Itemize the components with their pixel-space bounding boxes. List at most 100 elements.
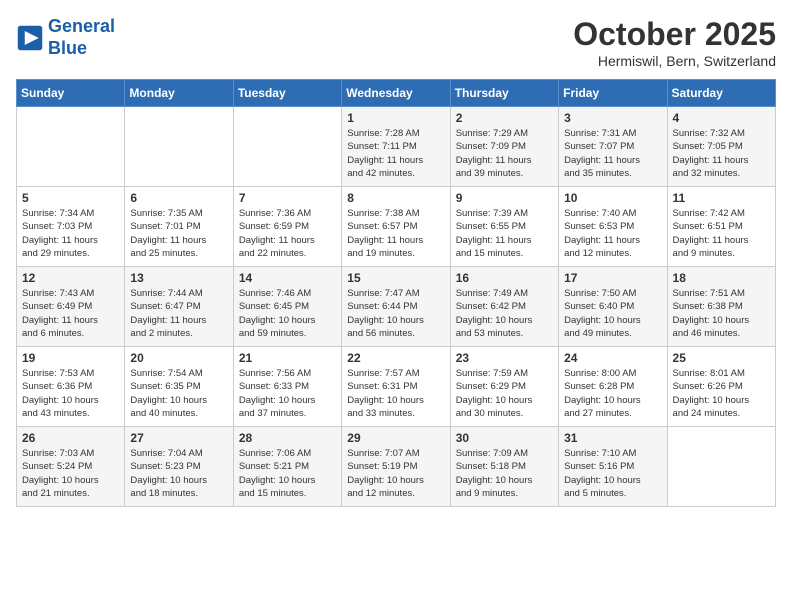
col-wednesday: Wednesday bbox=[342, 80, 450, 107]
title-block: October 2025 Hermiswil, Bern, Switzerlan… bbox=[573, 16, 776, 69]
day-cell: 26 Sunrise: 7:03 AMSunset: 5:24 PMDayligh… bbox=[17, 427, 125, 507]
month-title: October 2025 bbox=[573, 16, 776, 53]
day-info: Sunrise: 7:53 AMSunset: 6:36 PMDaylight:… bbox=[22, 367, 119, 420]
day-number: 16 bbox=[456, 271, 553, 285]
day-cell: 8 Sunrise: 7:38 AMSunset: 6:57 PMDaylight… bbox=[342, 187, 450, 267]
day-number: 20 bbox=[130, 351, 227, 365]
day-number: 12 bbox=[22, 271, 119, 285]
day-info: Sunrise: 8:01 AMSunset: 6:26 PMDaylight:… bbox=[673, 367, 770, 420]
day-cell: 27 Sunrise: 7:04 AMSunset: 5:23 PMDayligh… bbox=[125, 427, 233, 507]
day-info: Sunrise: 7:10 AMSunset: 5:16 PMDaylight:… bbox=[564, 447, 661, 500]
day-cell: 3 Sunrise: 7:31 AMSunset: 7:07 PMDaylight… bbox=[559, 107, 667, 187]
day-cell: 21Sunrise: 7:56 AMSunset: 6:33 PMDayligh… bbox=[233, 347, 341, 427]
day-number: 30 bbox=[456, 431, 553, 445]
day-cell: 9Sunrise: 7:39 AMSunset: 6:55 PMDaylight… bbox=[450, 187, 558, 267]
day-cell bbox=[17, 107, 125, 187]
week-row-4: 19 Sunrise: 7:53 AMSunset: 6:36 PMDayligh… bbox=[17, 347, 776, 427]
day-cell bbox=[125, 107, 233, 187]
logo-icon bbox=[16, 24, 44, 52]
calendar-header: Sunday Monday Tuesday Wednesday Thursday… bbox=[17, 80, 776, 107]
day-cell: 19 Sunrise: 7:53 AMSunset: 6:36 PMDayligh… bbox=[17, 347, 125, 427]
day-info: Sunrise: 7:56 AMSunset: 6:33 PMDaylight:… bbox=[239, 367, 336, 420]
day-info: Sunrise: 7:28 AMSunset: 7:11 PMDaylight:… bbox=[347, 127, 444, 180]
day-number: 15 bbox=[347, 271, 444, 285]
day-info: Sunrise: 7:32 AMSunset: 7:05 PMDaylight:… bbox=[673, 127, 770, 180]
day-number: 18 bbox=[673, 271, 770, 285]
day-number: 19 bbox=[22, 351, 119, 365]
day-number: 13 bbox=[130, 271, 227, 285]
day-cell: 25 Sunrise: 8:01 AMSunset: 6:26 PMDayligh… bbox=[667, 347, 775, 427]
day-cell: 7Sunrise: 7:36 AMSunset: 6:59 PMDaylight… bbox=[233, 187, 341, 267]
day-cell bbox=[233, 107, 341, 187]
location: Hermiswil, Bern, Switzerland bbox=[573, 53, 776, 69]
day-info: Sunrise: 7:06 AMSunset: 5:21 PMDaylight:… bbox=[239, 447, 336, 500]
day-number: 8 bbox=[347, 191, 444, 205]
day-number: 28 bbox=[239, 431, 336, 445]
day-cell: 18 Sunrise: 7:51 AMSunset: 6:38 PMDayligh… bbox=[667, 267, 775, 347]
day-info: Sunrise: 7:07 AMSunset: 5:19 PMDaylight:… bbox=[347, 447, 444, 500]
day-cell: 31Sunrise: 7:10 AMSunset: 5:16 PMDayligh… bbox=[559, 427, 667, 507]
day-info: Sunrise: 7:44 AMSunset: 6:47 PMDaylight:… bbox=[130, 287, 227, 340]
day-info: Sunrise: 7:03 AMSunset: 5:24 PMDaylight:… bbox=[22, 447, 119, 500]
day-number: 4 bbox=[673, 111, 770, 125]
day-number: 25 bbox=[673, 351, 770, 365]
day-info: Sunrise: 7:50 AMSunset: 6:40 PMDaylight:… bbox=[564, 287, 661, 340]
day-cell: 6 Sunrise: 7:35 AMSunset: 7:01 PMDaylight… bbox=[125, 187, 233, 267]
day-number: 26 bbox=[22, 431, 119, 445]
day-info: Sunrise: 8:00 AMSunset: 6:28 PMDaylight:… bbox=[564, 367, 661, 420]
day-number: 7 bbox=[239, 191, 336, 205]
day-info: Sunrise: 7:29 AMSunset: 7:09 PMDaylight:… bbox=[456, 127, 553, 180]
day-cell: 29 Sunrise: 7:07 AMSunset: 5:19 PMDayligh… bbox=[342, 427, 450, 507]
day-number: 24 bbox=[564, 351, 661, 365]
day-number: 10 bbox=[564, 191, 661, 205]
col-saturday: Saturday bbox=[667, 80, 775, 107]
day-cell: 10 Sunrise: 7:40 AMSunset: 6:53 PMDayligh… bbox=[559, 187, 667, 267]
week-row-3: 12 Sunrise: 7:43 AMSunset: 6:49 PMDayligh… bbox=[17, 267, 776, 347]
day-info: Sunrise: 7:31 AMSunset: 7:07 PMDaylight:… bbox=[564, 127, 661, 180]
day-cell: 17 Sunrise: 7:50 AMSunset: 6:40 PMDayligh… bbox=[559, 267, 667, 347]
day-info: Sunrise: 7:39 AMSunset: 6:55 PMDaylight:… bbox=[456, 207, 553, 260]
day-number: 3 bbox=[564, 111, 661, 125]
day-info: Sunrise: 7:57 AMSunset: 6:31 PMDaylight:… bbox=[347, 367, 444, 420]
day-info: Sunrise: 7:47 AMSunset: 6:44 PMDaylight:… bbox=[347, 287, 444, 340]
day-number: 11 bbox=[673, 191, 770, 205]
header-row: Sunday Monday Tuesday Wednesday Thursday… bbox=[17, 80, 776, 107]
day-cell: 11 Sunrise: 7:42 AMSunset: 6:51 PMDayligh… bbox=[667, 187, 775, 267]
day-number: 29 bbox=[347, 431, 444, 445]
day-cell: 23 Sunrise: 7:59 AMSunset: 6:29 PMDayligh… bbox=[450, 347, 558, 427]
day-info: Sunrise: 7:38 AMSunset: 6:57 PMDaylight:… bbox=[347, 207, 444, 260]
col-monday: Monday bbox=[125, 80, 233, 107]
day-number: 23 bbox=[456, 351, 553, 365]
day-info: Sunrise: 7:40 AMSunset: 6:53 PMDaylight:… bbox=[564, 207, 661, 260]
day-number: 2 bbox=[456, 111, 553, 125]
day-info: Sunrise: 7:51 AMSunset: 6:38 PMDaylight:… bbox=[673, 287, 770, 340]
col-friday: Friday bbox=[559, 80, 667, 107]
col-sunday: Sunday bbox=[17, 80, 125, 107]
day-cell: 4 Sunrise: 7:32 AMSunset: 7:05 PMDaylight… bbox=[667, 107, 775, 187]
day-number: 6 bbox=[130, 191, 227, 205]
day-number: 27 bbox=[130, 431, 227, 445]
day-cell: 16Sunrise: 7:49 AMSunset: 6:42 PMDayligh… bbox=[450, 267, 558, 347]
day-info: Sunrise: 7:43 AMSunset: 6:49 PMDaylight:… bbox=[22, 287, 119, 340]
day-cell bbox=[667, 427, 775, 507]
day-number: 17 bbox=[564, 271, 661, 285]
col-tuesday: Tuesday bbox=[233, 80, 341, 107]
week-row-1: 1Sunrise: 7:28 AMSunset: 7:11 PMDaylight… bbox=[17, 107, 776, 187]
logo-text: General Blue bbox=[48, 16, 115, 59]
day-cell: 14Sunrise: 7:46 AMSunset: 6:45 PMDayligh… bbox=[233, 267, 341, 347]
calendar-table: Sunday Monday Tuesday Wednesday Thursday… bbox=[16, 79, 776, 507]
day-cell: 22Sunrise: 7:57 AMSunset: 6:31 PMDayligh… bbox=[342, 347, 450, 427]
day-cell: 24 Sunrise: 8:00 AMSunset: 6:28 PMDayligh… bbox=[559, 347, 667, 427]
day-cell: 28 Sunrise: 7:06 AMSunset: 5:21 PMDayligh… bbox=[233, 427, 341, 507]
logo: General Blue bbox=[16, 16, 115, 59]
day-cell: 12 Sunrise: 7:43 AMSunset: 6:49 PMDayligh… bbox=[17, 267, 125, 347]
day-info: Sunrise: 7:35 AMSunset: 7:01 PMDaylight:… bbox=[130, 207, 227, 260]
calendar-body: 1Sunrise: 7:28 AMSunset: 7:11 PMDaylight… bbox=[17, 107, 776, 507]
col-thursday: Thursday bbox=[450, 80, 558, 107]
day-number: 14 bbox=[239, 271, 336, 285]
week-row-5: 26 Sunrise: 7:03 AMSunset: 5:24 PMDayligh… bbox=[17, 427, 776, 507]
day-info: Sunrise: 7:59 AMSunset: 6:29 PMDaylight:… bbox=[456, 367, 553, 420]
day-info: Sunrise: 7:42 AMSunset: 6:51 PMDaylight:… bbox=[673, 207, 770, 260]
day-cell: 1Sunrise: 7:28 AMSunset: 7:11 PMDaylight… bbox=[342, 107, 450, 187]
day-info: Sunrise: 7:04 AMSunset: 5:23 PMDaylight:… bbox=[130, 447, 227, 500]
